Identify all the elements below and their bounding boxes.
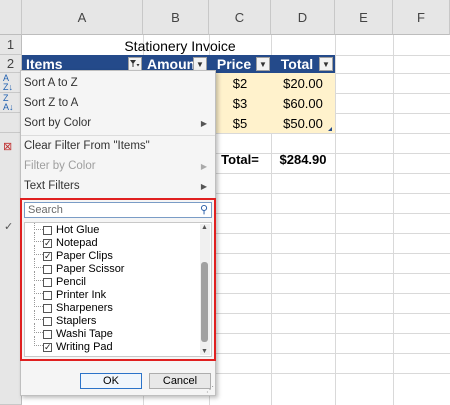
chevron-down-icon: ▼ (259, 59, 267, 69)
search-icon: ⚲ (199, 204, 208, 216)
column-header-d[interactable]: D (271, 0, 335, 35)
sort-descending-icon: Z A↓ (3, 93, 14, 112)
row-header-1[interactable]: 1 (0, 35, 22, 55)
scroll-up-icon: ▲ (201, 224, 208, 231)
list-item[interactable]: Paper Scissor (56, 263, 124, 275)
total-filter-button[interactable]: ▼ (319, 57, 333, 71)
search-input[interactable]: Search ⚲ (24, 202, 212, 218)
row-header-5 (0, 113, 22, 133)
sort-by-color-item[interactable]: Sort by Color ▶ (21, 113, 215, 133)
list-item[interactable]: Notepad (56, 237, 98, 249)
sort-a-to-z-item[interactable]: A Z↓ Sort A to Z (3, 73, 215, 93)
filter-by-color-label: Filter by Color (24, 160, 96, 172)
total-label[interactable]: Total= (209, 149, 271, 169)
cancel-button[interactable]: Cancel (149, 373, 211, 389)
grand-total-value[interactable]: $284.90 (271, 149, 335, 169)
filter-values-list[interactable]: Hot Glue ✓ Notepad ✓ Paper Clips Paper S… (24, 222, 212, 357)
tree-line (34, 284, 43, 294)
tree-line (34, 245, 43, 255)
list-scrollbar[interactable]: ▲ ▼ (200, 224, 210, 355)
gridline (335, 35, 336, 405)
search-placeholder: Search (28, 204, 63, 216)
column-header-f[interactable]: F (393, 0, 450, 35)
checkbox[interactable] (43, 291, 52, 300)
checkbox[interactable] (43, 330, 52, 339)
sort-ascending-icon: A Z↓ (3, 73, 13, 92)
text-filters-item[interactable]: Text Filters ▶ (21, 176, 215, 196)
clear-filter-icon: ⊠ (3, 140, 13, 153)
items-filter-button[interactable] (128, 57, 142, 71)
checkbox[interactable] (43, 304, 52, 313)
resize-grip-icon[interactable]: ⋰ (206, 385, 214, 394)
list-item[interactable]: Staplers (56, 315, 96, 327)
checkbox[interactable]: ✓ (43, 252, 52, 261)
checkmark-icon: ✓ (4, 221, 14, 233)
tree-line (34, 271, 43, 281)
sort-z-to-a-item[interactable]: Z A↓ Sort Z to A (3, 93, 215, 113)
tree-line (34, 223, 43, 230)
clear-filter-item[interactable]: ⊠ Clear Filter From "Items" (3, 136, 215, 156)
column-header-a[interactable]: A (22, 0, 143, 35)
column-header-c[interactable]: C (209, 0, 271, 35)
price-header[interactable]: Price ▼ (209, 55, 271, 73)
filter-active-icon (130, 60, 140, 67)
list-item[interactable]: Writing Pad (56, 341, 113, 353)
row-header-6 (0, 133, 22, 405)
total-header[interactable]: Total ▼ (271, 55, 335, 73)
total-cell[interactable]: $60.00 (271, 93, 335, 113)
chevron-right-icon: ▶ (200, 118, 207, 128)
filter-by-color-item: Filter by Color ▶ (21, 156, 215, 176)
amount-filter-button[interactable]: ▼ (193, 57, 207, 71)
chevron-down-icon: ▼ (322, 59, 330, 69)
corner-cell[interactable] (0, 0, 22, 35)
scroll-down-icon: ▼ (201, 348, 208, 355)
ok-button[interactable]: OK (80, 373, 142, 389)
checkbox[interactable]: ✓ (43, 343, 52, 352)
gridline (393, 35, 394, 405)
checkbox[interactable] (43, 317, 52, 326)
total-cell[interactable]: $50.00 (271, 113, 335, 133)
list-item[interactable]: Pencil (56, 276, 86, 288)
chevron-down-icon: ▼ (196, 59, 204, 69)
invoice-title[interactable]: Stationery Invoice (100, 36, 260, 55)
list-item[interactable]: Washi Tape (56, 328, 113, 340)
total-header-label: Total (280, 56, 314, 72)
column-header-b[interactable]: B (143, 0, 209, 35)
checkbox[interactable] (43, 226, 52, 235)
list-item[interactable]: Hot Glue (56, 224, 99, 236)
tree-line (34, 323, 43, 333)
tree-line (34, 258, 43, 268)
row-header-2[interactable]: 2 (0, 55, 22, 73)
price-header-label: Price (216, 56, 252, 72)
tree-line (34, 310, 43, 320)
list-item[interactable]: Sharpeners (56, 302, 113, 314)
chevron-right-icon: ▶ (200, 161, 207, 171)
chevron-right-icon: ▶ (200, 181, 207, 191)
list-item[interactable]: Paper Clips (56, 250, 113, 262)
total-cell[interactable]: $20.00 (271, 73, 335, 93)
price-filter-button[interactable]: ▼ (256, 57, 270, 71)
checkbox[interactable] (43, 278, 52, 287)
checkbox[interactable]: ✓ (43, 239, 52, 248)
sort-z-to-a-label: Sort Z to A (24, 97, 79, 109)
clear-filter-label: Clear Filter From "Items" (24, 140, 150, 152)
sort-by-color-label: Sort by Color (24, 117, 92, 129)
price-cell[interactable]: $2 (209, 73, 271, 93)
checkbox[interactable] (43, 265, 52, 274)
text-filters-label: Text Filters (24, 180, 80, 192)
tree-line (34, 297, 43, 307)
column-header-e[interactable]: E (335, 0, 393, 35)
price-cell[interactable]: $3 (209, 93, 271, 113)
table-resize-handle[interactable] (328, 127, 332, 131)
price-cell[interactable]: $5 (209, 113, 271, 133)
scrollbar-thumb[interactable] (201, 262, 208, 342)
sort-a-to-z-label: Sort A to Z (24, 77, 78, 89)
autofilter-menu[interactable]: A Z↓ Sort A to Z Z A↓ Sort Z to A Sort by … (3, 70, 216, 396)
tree-line (34, 336, 43, 346)
tree-line (34, 232, 43, 242)
list-item[interactable]: Printer Ink (56, 289, 106, 301)
filter-values-panel: Search ⚲ Hot Glue ✓ Notepad ✓ Paper Clip… (20, 198, 216, 361)
